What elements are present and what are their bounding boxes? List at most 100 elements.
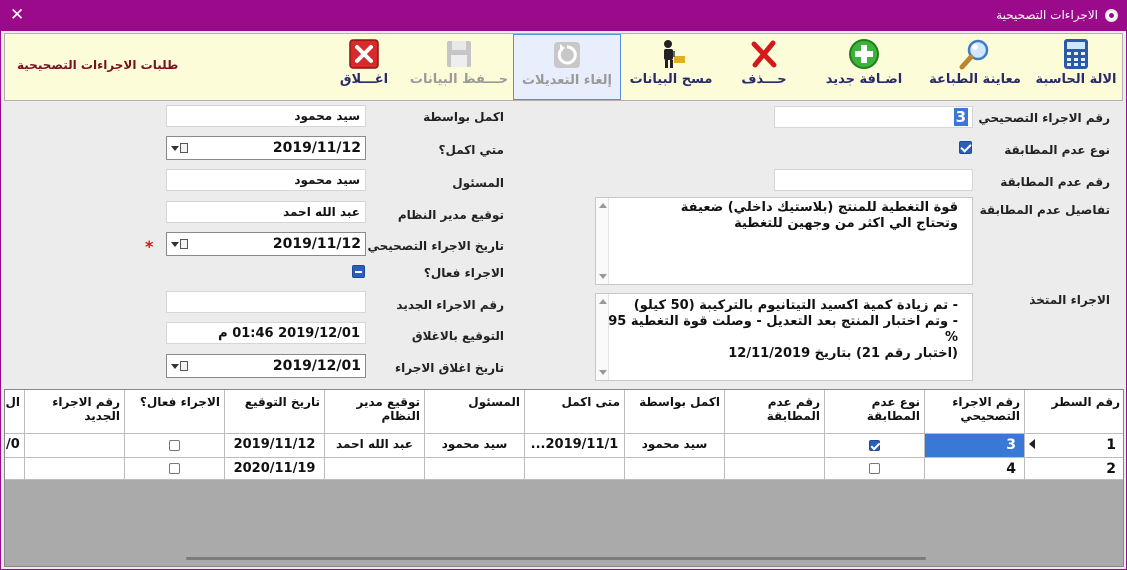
completed-when-date[interactable]: 2019/11/12 (166, 136, 366, 160)
table-row-1-responsible[interactable]: سيد محمود (425, 434, 525, 458)
title-bar: الاجراءات التصحيحية ✕ (1, 1, 1126, 31)
new-action-no-field[interactable] (166, 291, 366, 313)
toolbar: الالة الحاسبة معاينة الطباعة اضـافة جديد… (4, 33, 1123, 101)
table-row-2-line[interactable]: 2 (1025, 458, 1123, 480)
calculator-button[interactable]: الالة الحاسبة (1033, 34, 1119, 100)
table-row-2-completed-when[interactable] (525, 458, 625, 480)
table-row-1-effective[interactable] (125, 434, 225, 458)
form-title: طلبات الاجراءات التصحيحية (17, 58, 179, 72)
calculator-label: الالة الحاسبة (1035, 72, 1117, 87)
delete-button[interactable]: حـــذف (721, 34, 807, 100)
table-row-1-new-no[interactable] (25, 434, 125, 458)
table-row-2-effective[interactable] (125, 458, 225, 480)
table-row-2-nc-type[interactable] (825, 458, 925, 480)
nc-details-line-2: وتحتاج الي اكثر من وجهين للتغطية (734, 216, 958, 231)
col-header-corrective-no[interactable]: رقم الاجراء التصحيحي (925, 390, 1025, 434)
print-preview-label: معاينة الطباعة (929, 72, 1021, 87)
delete-label: حـــذف (741, 72, 787, 87)
table-row-1-corrective-no[interactable]: 3 (925, 434, 1025, 458)
table-row-1-completed-by[interactable]: سيد محمود (625, 434, 725, 458)
col-header-extra[interactable]: ال (5, 390, 25, 434)
date-dropdown-icon[interactable] (171, 360, 189, 373)
corrective-no-label: رقم الاجراء التصحيحي (978, 111, 1110, 125)
clear-data-label: مسح البيانات (629, 72, 713, 87)
cancel-changes-button[interactable]: إلغاء التعديلات (513, 34, 621, 100)
nc-no-field[interactable] (774, 169, 973, 191)
manager-sign-field[interactable]: عبد الله احمد (166, 201, 366, 223)
add-new-label: اضـافة جديد (825, 72, 903, 87)
row-checkbox[interactable] (169, 463, 180, 474)
table-row-2-manager-sign[interactable] (325, 458, 425, 480)
print-preview-button[interactable]: معاينة الطباعة (920, 34, 1030, 100)
completed-when-label: متي اكمل؟ (438, 143, 504, 157)
row-checkbox[interactable] (169, 440, 180, 451)
table-row-2-responsible[interactable] (425, 458, 525, 480)
cancel-changes-label: إلغاء التعديلات (521, 73, 613, 88)
col-header-responsible[interactable]: المسئول (425, 390, 525, 434)
action-taken-scrollbar[interactable] (596, 294, 609, 380)
table-row-1-nc-type[interactable] (825, 434, 925, 458)
records-grid[interactable]: رقم السطر رقم الاجراء التصحيحي نوع عدم ا… (4, 389, 1124, 567)
row-checkbox[interactable] (869, 440, 880, 451)
clear-data-button[interactable]: مسح البيانات (625, 34, 717, 100)
action-taken-line-1: - تم زيادة كمية اكسيد التيتانيوم بالتركي… (633, 298, 958, 313)
row-line-number: 1 (1106, 437, 1116, 453)
col-header-line[interactable]: رقم السطر (1025, 390, 1123, 434)
nc-details-line-1: قوة التغطية للمنتج (بلاستيك داخلي) ضعيفة (680, 200, 958, 215)
corrective-date-label: تاريخ الاجراء التصحيحي (367, 239, 504, 253)
table-row-2-new-no[interactable] (25, 458, 125, 480)
table-row-1-manager-sign[interactable]: عبد الله احمد (325, 434, 425, 458)
table-row-2-extra[interactable] (5, 458, 25, 480)
table-row-1-nc-no[interactable] (725, 434, 825, 458)
close-icon[interactable]: ✕ (10, 6, 24, 24)
close-label: اغـــلاق (339, 72, 389, 87)
responsible-label: المسئول (452, 176, 504, 190)
date-dropdown-icon[interactable] (171, 238, 189, 251)
row-checkbox[interactable] (869, 463, 880, 474)
col-header-manager-sign[interactable]: توقيع مدير النظام (325, 390, 425, 434)
completed-by-field[interactable]: سيد محمود (166, 105, 366, 127)
responsible-field[interactable]: سيد محمود (166, 169, 366, 191)
col-header-completed-by[interactable]: اكمل بواسطة (625, 390, 725, 434)
nc-type-checkbox[interactable] (959, 141, 972, 154)
save-button[interactable]: حـــفظ البيانات (407, 34, 511, 100)
corrective-date[interactable]: 2019/11/12 (166, 232, 366, 256)
col-header-nc-type[interactable]: نوع عدم المطابقة (825, 390, 925, 434)
corrective-actions-window: الاجراءات التصحيحية ✕ الالة الحاسبة معاي… (0, 0, 1127, 570)
table-row-2-nc-no[interactable] (725, 458, 825, 480)
horizontal-scrollbar[interactable] (186, 557, 926, 560)
clear-data-icon (655, 38, 687, 70)
col-header-nc-no[interactable]: رقم عدم المطابقة (725, 390, 825, 434)
save-icon (443, 38, 475, 70)
table-row-1-extra[interactable]: 0/ (5, 434, 25, 458)
col-header-sign-date[interactable]: تاريخ التوقيع (225, 390, 325, 434)
add-icon (848, 38, 880, 70)
closing-sign-label: التوقيع بالاغلاق (411, 329, 504, 343)
col-header-new-no[interactable]: رقم الاجراء الجديد (25, 390, 125, 434)
date-dropdown-icon[interactable] (171, 142, 189, 155)
action-taken-memo[interactable]: - تم زيادة كمية اكسيد التيتانيوم بالتركي… (595, 293, 973, 381)
completed-when-value: 2019/11/12 (272, 140, 361, 156)
calculator-icon (1060, 38, 1092, 70)
nc-type-label: نوع عدم المطابقة (1004, 143, 1110, 157)
table-row-1-sign-date[interactable]: 2019/11/12 (225, 434, 325, 458)
corrective-no-value: 3 (953, 108, 968, 126)
new-action-no-label: رقم الاجراء الجديد (396, 298, 504, 312)
add-new-button[interactable]: اضـافة جديد (812, 34, 916, 100)
effective-checkbox[interactable] (352, 265, 365, 278)
closing-sign-field[interactable]: 2019/12/01 01:46 م (166, 322, 366, 344)
table-row-2-sign-date[interactable]: 2020/11/19 (225, 458, 325, 480)
table-row-1-completed-when[interactable]: 2019/11/1... (525, 434, 625, 458)
nc-details-label: تفاصيل عدم المطابقة (979, 203, 1110, 217)
nc-details-memo[interactable]: قوة التغطية للمنتج (بلاستيك داخلي) ضعيفة… (595, 197, 973, 285)
col-header-completed-when[interactable]: متى اكمل (525, 390, 625, 434)
col-header-effective[interactable]: الاجراء فعال؟ (125, 390, 225, 434)
corrective-no-field[interactable]: 3 (774, 106, 973, 128)
table-row-1-line[interactable]: 1 (1025, 434, 1123, 458)
table-row-2-completed-by[interactable] (625, 458, 725, 480)
nc-no-label: رقم عدم المطابقة (1000, 175, 1110, 189)
nc-details-scrollbar[interactable] (596, 198, 609, 284)
table-row-2-corrective-no[interactable]: 4 (925, 458, 1025, 480)
close-button[interactable]: اغـــلاق (325, 34, 403, 100)
closing-date[interactable]: 2019/12/01 (166, 354, 366, 378)
